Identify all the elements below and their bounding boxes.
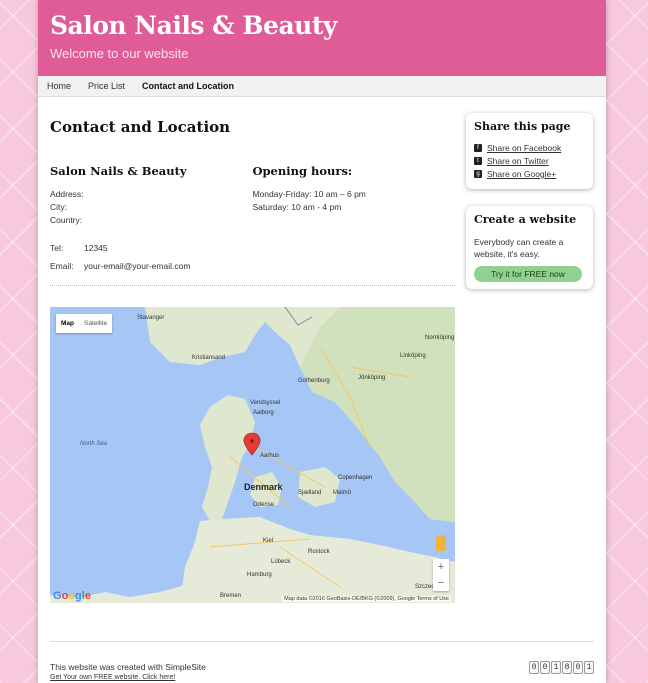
share-twitter-link[interactable]: Share on Twitter xyxy=(487,156,549,166)
divider xyxy=(50,285,455,286)
try-free-button[interactable]: Try it for FREE now xyxy=(474,266,582,282)
create-title: Create a website xyxy=(474,213,577,226)
counter-digit: 0 xyxy=(573,661,583,674)
counter-digit: 0 xyxy=(540,661,550,674)
nav-home[interactable]: Home xyxy=(47,81,71,91)
tel-label: Tel: xyxy=(50,243,64,253)
site-subtitle: Welcome to our website xyxy=(50,46,189,61)
map-label-hamburg: Hamburg xyxy=(247,572,272,578)
footer-created-text: This website was created with SimpleSite xyxy=(50,662,206,672)
map-label-copenhagen: Copenhagen xyxy=(338,475,372,481)
map-label-lubeck: Lübeck xyxy=(271,559,291,565)
page: Salon Nails & Beauty Welcome to our webs… xyxy=(38,0,606,683)
share-twitter[interactable]: t Share on Twitter xyxy=(474,156,585,166)
map-label-linkoping: Linköping xyxy=(400,353,426,359)
map-label-bremen: Bremen xyxy=(220,593,241,599)
map-label-aarhus: Aarhus xyxy=(260,453,279,459)
map-label-jonkoping: Jönköping xyxy=(358,375,385,381)
map-label-aalborg: Aalborg xyxy=(253,410,274,416)
zoom-out-button[interactable]: − xyxy=(433,575,449,591)
email-value[interactable]: your-email@your-email.com xyxy=(84,261,190,271)
main-content: Contact and Location Salon Nails & Beaut… xyxy=(50,118,455,286)
country-label: Country: xyxy=(50,215,83,225)
map-label-norrkoping: Norrköping xyxy=(425,335,454,341)
counter-digit: 1 xyxy=(584,661,594,674)
share-facebook[interactable]: f Share on Facebook xyxy=(474,143,585,153)
share-box: Share this page f Share on Facebook t Sh… xyxy=(466,113,593,189)
main-nav: Home Price List Contact and Location xyxy=(38,76,606,97)
opening-hours: Opening hours: Monday-Friday: 10 am – 6 … xyxy=(253,164,456,275)
map-label-denmark: Denmark xyxy=(244,482,284,492)
share-googleplus[interactable]: g Share on Google+ xyxy=(474,169,585,179)
counter-digit: 8 xyxy=(562,661,572,674)
twitter-icon: t xyxy=(474,157,482,165)
share-googleplus-link[interactable]: Share on Google+ xyxy=(487,169,556,179)
counter-digit: 1 xyxy=(551,661,561,674)
business-name: Salon Nails & Beauty xyxy=(50,164,187,178)
city-label: City: xyxy=(50,202,67,212)
hours-line: Saturday: 10 am - 4 pm xyxy=(252,202,342,212)
tel-row: Tel: 12345 xyxy=(50,239,253,257)
address-label: Address: xyxy=(50,189,84,199)
email-label: Email: xyxy=(50,261,74,271)
map-label-kristiansand: Kristiansand xyxy=(192,355,225,361)
map-label-kiel: Kiel xyxy=(263,538,273,544)
create-text: Everybody can create a website, it's eas… xyxy=(474,237,564,259)
share-title: Share this page xyxy=(474,120,571,133)
map-label-odense: Odense xyxy=(253,502,275,508)
facebook-icon: f xyxy=(474,144,482,152)
map-type-toggle: Map Satellite xyxy=(56,314,113,333)
opening-hours-title: Opening hours: xyxy=(252,164,353,178)
map-label-gothenburg: Gothenburg xyxy=(298,378,330,384)
nav-contact-location[interactable]: Contact and Location xyxy=(142,81,234,91)
nav-price-list[interactable]: Price List xyxy=(88,81,125,91)
visitor-counter: 0 0 1 8 0 1 xyxy=(528,661,594,674)
google-logo: Google xyxy=(53,590,91,602)
zoom-in-button[interactable]: + xyxy=(433,559,449,575)
map-toggle-satellite[interactable]: Satellite xyxy=(79,314,112,333)
email-row: Email: your-email@your-email.com xyxy=(50,257,253,275)
map-attribution[interactable]: Map data ©2016 GeoBasis-DE/BKG (©2009), … xyxy=(282,596,451,602)
counter-digit: 0 xyxy=(529,661,539,674)
pegman-icon[interactable] xyxy=(436,535,446,551)
map-label-malmo: Malmö xyxy=(333,490,352,496)
footer: This website was created with SimpleSite… xyxy=(50,641,594,681)
google-map[interactable]: Stavanger Kristiansand Norrköping Linköp… xyxy=(50,307,455,603)
map-canvas[interactable]: Stavanger Kristiansand Norrköping Linköp… xyxy=(50,307,455,603)
map-label-stavanger: Stavanger xyxy=(137,315,164,321)
map-label-north-sea: North Sea xyxy=(80,441,108,447)
map-toggle-map[interactable]: Map xyxy=(56,314,79,333)
googleplus-icon: g xyxy=(474,170,482,178)
page-title: Contact and Location xyxy=(50,118,231,136)
map-label-rostock: Rostock xyxy=(308,549,331,555)
create-website-box: Create a website Everybody can create a … xyxy=(466,206,593,289)
map-label-sjaelland: Sjælland xyxy=(298,490,321,496)
tel-value: 12345 xyxy=(84,243,108,253)
hours-line: Monday-Friday: 10 am – 6 pm xyxy=(252,189,366,199)
map-label-vendsyssel: Vendsyssel xyxy=(250,400,280,406)
site-title[interactable]: Salon Nails & Beauty xyxy=(50,0,594,40)
business-info: Salon Nails & Beauty Address: City: Coun… xyxy=(50,164,253,275)
share-facebook-link[interactable]: Share on Facebook xyxy=(487,143,561,153)
site-header: Salon Nails & Beauty Welcome to our webs… xyxy=(38,0,606,76)
footer-link[interactable]: Get Your own FREE website. Click here! xyxy=(50,674,594,681)
zoom-control: + − xyxy=(433,559,449,591)
